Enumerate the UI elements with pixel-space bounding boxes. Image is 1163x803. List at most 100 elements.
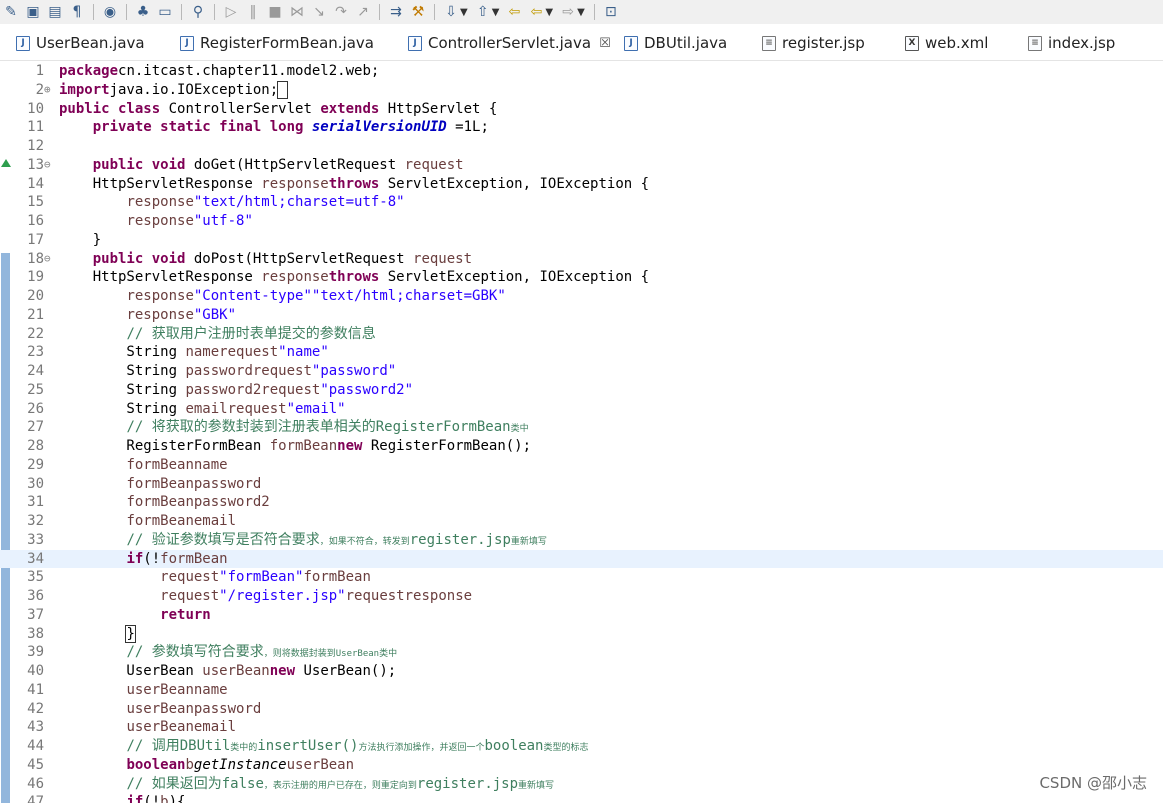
code-line[interactable]: 11 private static final long serialVersi…	[0, 118, 1163, 137]
code-line[interactable]: 26 String emailrequest"email"	[0, 400, 1163, 419]
line-number: 27	[27, 419, 44, 436]
code-editor[interactable]: 1 packagecn.itcast.chapter11.model2.web; 2…	[0, 61, 1163, 803]
suspend-icon[interactable]: ‖	[245, 2, 261, 22]
code-line[interactable]: 31 formBeanpassword2	[0, 493, 1163, 512]
string-literal: "formBean"	[219, 569, 304, 586]
step-into-icon[interactable]: ↘	[311, 2, 327, 22]
code-line[interactable]: 29 formBeanname	[0, 456, 1163, 475]
code-line[interactable]: 12	[0, 137, 1163, 156]
code-line[interactable]: 47 if(!b){	[0, 793, 1163, 803]
code-line[interactable]: 1 packagecn.itcast.chapter11.model2.web;	[0, 62, 1163, 81]
variable: userBean	[126, 700, 194, 717]
forward-icon[interactable]: ⇨	[560, 2, 576, 22]
code-line[interactable]: 30 formBeanpassword	[0, 475, 1163, 494]
step-over-icon[interactable]: ↷	[333, 2, 349, 22]
code-line[interactable]: 2 ⊕ importjava.io.IOException;	[0, 80, 1163, 100]
next-annotation-icon[interactable]: ⇩	[443, 2, 459, 22]
code-line[interactable]: 43 userBeanemail	[0, 718, 1163, 737]
code-line[interactable]: 33 // 验证参数填写是否符合要求，如果不符合，转发到register.jsp…	[0, 531, 1163, 550]
chevron-down-icon[interactable]: ▼	[460, 7, 468, 18]
code-line[interactable]: 45 booleanbgetInstanceuserBean	[0, 756, 1163, 775]
code-line[interactable]: 32 formBeanemail	[0, 512, 1163, 531]
code-line[interactable]: 17 }	[0, 231, 1163, 250]
tab-controllerservlet[interactable]: J ControllerServlet.java ☒	[408, 28, 611, 58]
code-line[interactable]: 16 response"utf-8"	[0, 212, 1163, 231]
code-line[interactable]: 10 public class ControllerServlet extends…	[0, 100, 1163, 119]
line-number: 47	[27, 794, 44, 803]
expand-fold-icon[interactable]: ⊕	[44, 81, 51, 100]
keyword: boolean	[126, 756, 186, 773]
string-literal: "/register.jsp"	[219, 588, 346, 604]
code-line[interactable]: 21 response"GBK"	[0, 306, 1163, 325]
collapse-fold-icon[interactable]: ⊖	[44, 250, 51, 269]
line-number: 20	[27, 288, 44, 304]
tab-registerformbean[interactable]: J RegisterFormBean.java	[180, 28, 374, 58]
search-icon[interactable]: ⚲	[190, 2, 206, 22]
code-line[interactable]: 36 request"/register.jsp"requestresponse	[0, 587, 1163, 606]
comment: // 将获取的参数封装到注册表单相关的RegisterFormBean	[126, 419, 511, 436]
tab-label: UserBean.java	[36, 34, 145, 52]
use-step-filters-icon[interactable]: ⇉	[388, 2, 404, 22]
code-line[interactable]: 44 // 调用DBUtil类中的insertUser()方法执行添加操作，并返…	[0, 737, 1163, 756]
code-text: // 验证参数填写是否符合要求，如果不符合，转发到register.jsp重新填…	[59, 531, 546, 552]
save-icon[interactable]: ▣	[25, 2, 41, 22]
code-text: formBeanname	[59, 456, 227, 475]
code-line[interactable]: 35 request"formBean"formBean	[0, 568, 1163, 587]
code-line[interactable]: 13 ⊖ public void doGet(HttpServletRequest…	[0, 156, 1163, 175]
code-line[interactable]: 24 String passwordrequest"password"	[0, 362, 1163, 381]
run-icon[interactable]: ♣	[135, 2, 151, 22]
chevron-down-icon[interactable]: ▼	[492, 7, 500, 18]
code-line[interactable]: 23 String namerequest"name"	[0, 343, 1163, 362]
tab-index-jsp[interactable]: ≡ index.jsp	[1028, 28, 1115, 58]
code-line[interactable]: 22 // 获取用户注册时表单提交的参数信息	[0, 325, 1163, 344]
tab-dbutil[interactable]: J DBUtil.java	[624, 28, 727, 58]
disconnect-icon[interactable]: ⋈	[289, 2, 305, 22]
code-text: // 参数填写符合要求，则将数据封装到UserBean类中	[59, 643, 397, 664]
drop-to-frame-icon[interactable]: ⚒	[410, 2, 426, 22]
tab-userbean[interactable]: J UserBean.java	[16, 28, 145, 58]
keyword: extends	[320, 100, 380, 117]
comment: // 获取用户注册时表单提交的参数信息	[126, 325, 376, 342]
code-line[interactable]: 28 RegisterFormBean formBeannew Register…	[0, 437, 1163, 456]
tab-web-xml[interactable]: X web.xml	[905, 28, 988, 58]
code-line[interactable]: 46 // 如果返回为false，表示注册的用户已存在，则重定向到registe…	[0, 775, 1163, 794]
tab-label: ControllerServlet.java	[428, 34, 592, 52]
step-return-icon[interactable]: ↗	[355, 2, 371, 22]
code-line[interactable]: 38 }	[0, 624, 1163, 644]
chevron-down-icon[interactable]: ▼	[545, 7, 553, 18]
new-icon[interactable]: ✎	[3, 2, 19, 22]
code-line[interactable]: 37 return	[0, 606, 1163, 625]
code-line[interactable]: 19 HttpServletResponse responsethrows Se…	[0, 268, 1163, 287]
close-icon[interactable]: ☒	[599, 36, 611, 51]
code-line[interactable]: 14 HttpServletResponse responsethrows Se…	[0, 175, 1163, 194]
code-text: if(!b){	[59, 793, 185, 803]
code-line[interactable]: 20 response"Content-type""text/html;char…	[0, 287, 1163, 306]
code-line[interactable]: 18 ⊖ public void doPost(HttpServletReques…	[0, 250, 1163, 269]
code-line[interactable]: 39 // 参数填写符合要求，则将数据封装到UserBean类中	[0, 643, 1163, 662]
code-token: UserBean	[59, 663, 203, 679]
terminal-icon[interactable]: ▭	[157, 2, 173, 22]
resume-icon[interactable]: ▷	[223, 2, 239, 22]
chevron-down-icon[interactable]: ▼	[577, 7, 585, 18]
collapse-fold-icon[interactable]: ⊖	[44, 156, 51, 175]
code-line[interactable]: 25 String password2request"password2"	[0, 381, 1163, 400]
last-edit-icon[interactable]: ⇦	[506, 2, 522, 22]
code-line[interactable]: 34 if(!formBean	[0, 549, 1163, 569]
code-line[interactable]: 27 // 将获取的参数封装到注册表单相关的RegisterFormBean类中	[0, 418, 1163, 437]
pin-editor-icon[interactable]: ⊡	[603, 2, 619, 22]
previous-annotation-icon[interactable]: ⇧	[475, 2, 491, 22]
tab-register-jsp[interactable]: ≡ register.jsp	[762, 28, 865, 58]
code-line[interactable]: 40 UserBean userBeannew UserBean();	[0, 662, 1163, 681]
code-line[interactable]: 41 userBeanname	[0, 681, 1163, 700]
back-icon[interactable]: ⇦	[528, 2, 544, 22]
variable: request	[413, 250, 473, 267]
terminate-icon[interactable]: ■	[267, 2, 283, 22]
save-all-icon[interactable]: ▤	[47, 2, 63, 22]
variable: response	[126, 288, 194, 304]
code-text: String emailrequest"email"	[59, 400, 345, 419]
code-line[interactable]: 42 userBeanpassword	[0, 700, 1163, 719]
globe-icon[interactable]: ◉	[102, 2, 118, 22]
paragraph-icon[interactable]: ¶	[69, 2, 85, 22]
code-line[interactable]: 15 response"text/html;charset=utf-8"	[0, 193, 1163, 212]
